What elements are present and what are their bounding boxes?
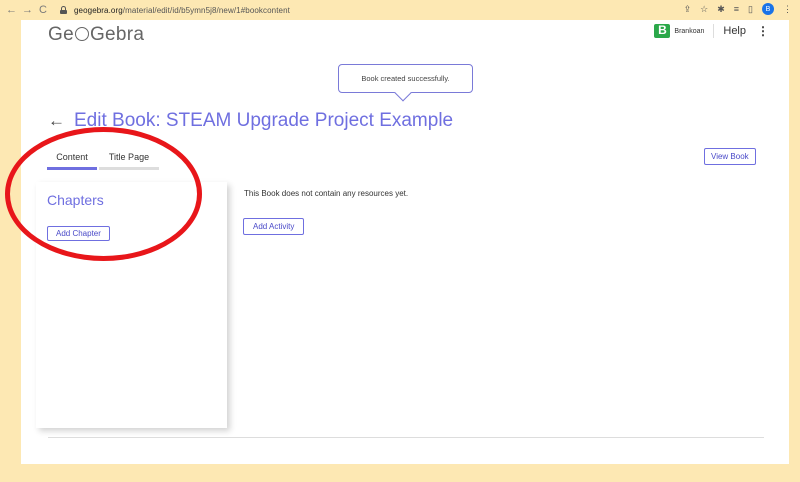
user-avatar[interactable]: B bbox=[654, 24, 671, 38]
footer-divider bbox=[48, 437, 764, 438]
page-title: Edit Book: STEAM Upgrade Project Example bbox=[74, 110, 454, 131]
browser-toolbar: ← → C geogebra.org/material/edit/id/b5ym… bbox=[0, 0, 800, 20]
url-host: geogebra.org bbox=[74, 5, 123, 15]
empty-resources-message: This Book does not contain any resources… bbox=[244, 189, 409, 198]
forward-nav-icon[interactable]: → bbox=[22, 4, 33, 16]
share-icon[interactable]: ⇪ bbox=[684, 4, 692, 15]
tab-title-page[interactable]: Title Page bbox=[99, 152, 159, 170]
address-bar[interactable]: geogebra.org/material/edit/id/b5ymn5j8/n… bbox=[74, 6, 290, 15]
book-tabs: Content Title Page bbox=[47, 152, 159, 170]
url-path: /material/edit/id/b5ymn5j8/new/1#bookcon… bbox=[122, 5, 290, 15]
page-content: Ge Gebra B Brankoan Help ⋮ Book created s… bbox=[21, 20, 789, 464]
browser-extensions: ⇪ ☆ ✱ ≡ ▯ B ⋮ bbox=[684, 3, 792, 15]
user-name[interactable]: Brankoan bbox=[674, 28, 704, 35]
reading-list-icon[interactable]: ≡ bbox=[734, 4, 739, 14]
flower-icon bbox=[74, 27, 89, 41]
back-nav-icon[interactable]: ← bbox=[6, 4, 17, 16]
user-area: B Brankoan Help ⋮ bbox=[654, 24, 769, 38]
browser-menu-icon[interactable]: ⋮ bbox=[783, 4, 792, 15]
side-panel-icon[interactable]: ▯ bbox=[748, 4, 753, 15]
chapters-panel: Chapters Add Chapter bbox=[36, 182, 227, 428]
divider bbox=[713, 24, 715, 38]
back-arrow-icon[interactable]: ← bbox=[48, 111, 65, 131]
site-header: Ge Gebra B Brankoan Help ⋮ bbox=[21, 20, 789, 48]
success-toast: Book created successfully. bbox=[338, 64, 473, 93]
tab-content[interactable]: Content bbox=[47, 152, 97, 170]
add-activity-button[interactable]: Add Activity bbox=[243, 218, 305, 235]
chapters-heading: Chapters bbox=[47, 192, 104, 208]
add-chapter-button[interactable]: Add Chapter bbox=[47, 226, 110, 241]
title-row: ← Edit Book: STEAM Upgrade Project Examp… bbox=[48, 110, 453, 132]
lock-icon bbox=[60, 6, 67, 14]
star-icon[interactable]: ☆ bbox=[700, 4, 708, 15]
more-menu-icon[interactable]: ⋮ bbox=[757, 24, 769, 38]
puzzle-icon[interactable]: ✱ bbox=[717, 4, 725, 15]
geogebra-logo[interactable]: Ge Gebra bbox=[48, 24, 144, 46]
profile-avatar[interactable]: B bbox=[762, 3, 774, 15]
help-link[interactable]: Help bbox=[723, 25, 746, 37]
reload-icon[interactable]: C bbox=[38, 4, 48, 16]
view-book-button[interactable]: View Book bbox=[704, 148, 756, 165]
